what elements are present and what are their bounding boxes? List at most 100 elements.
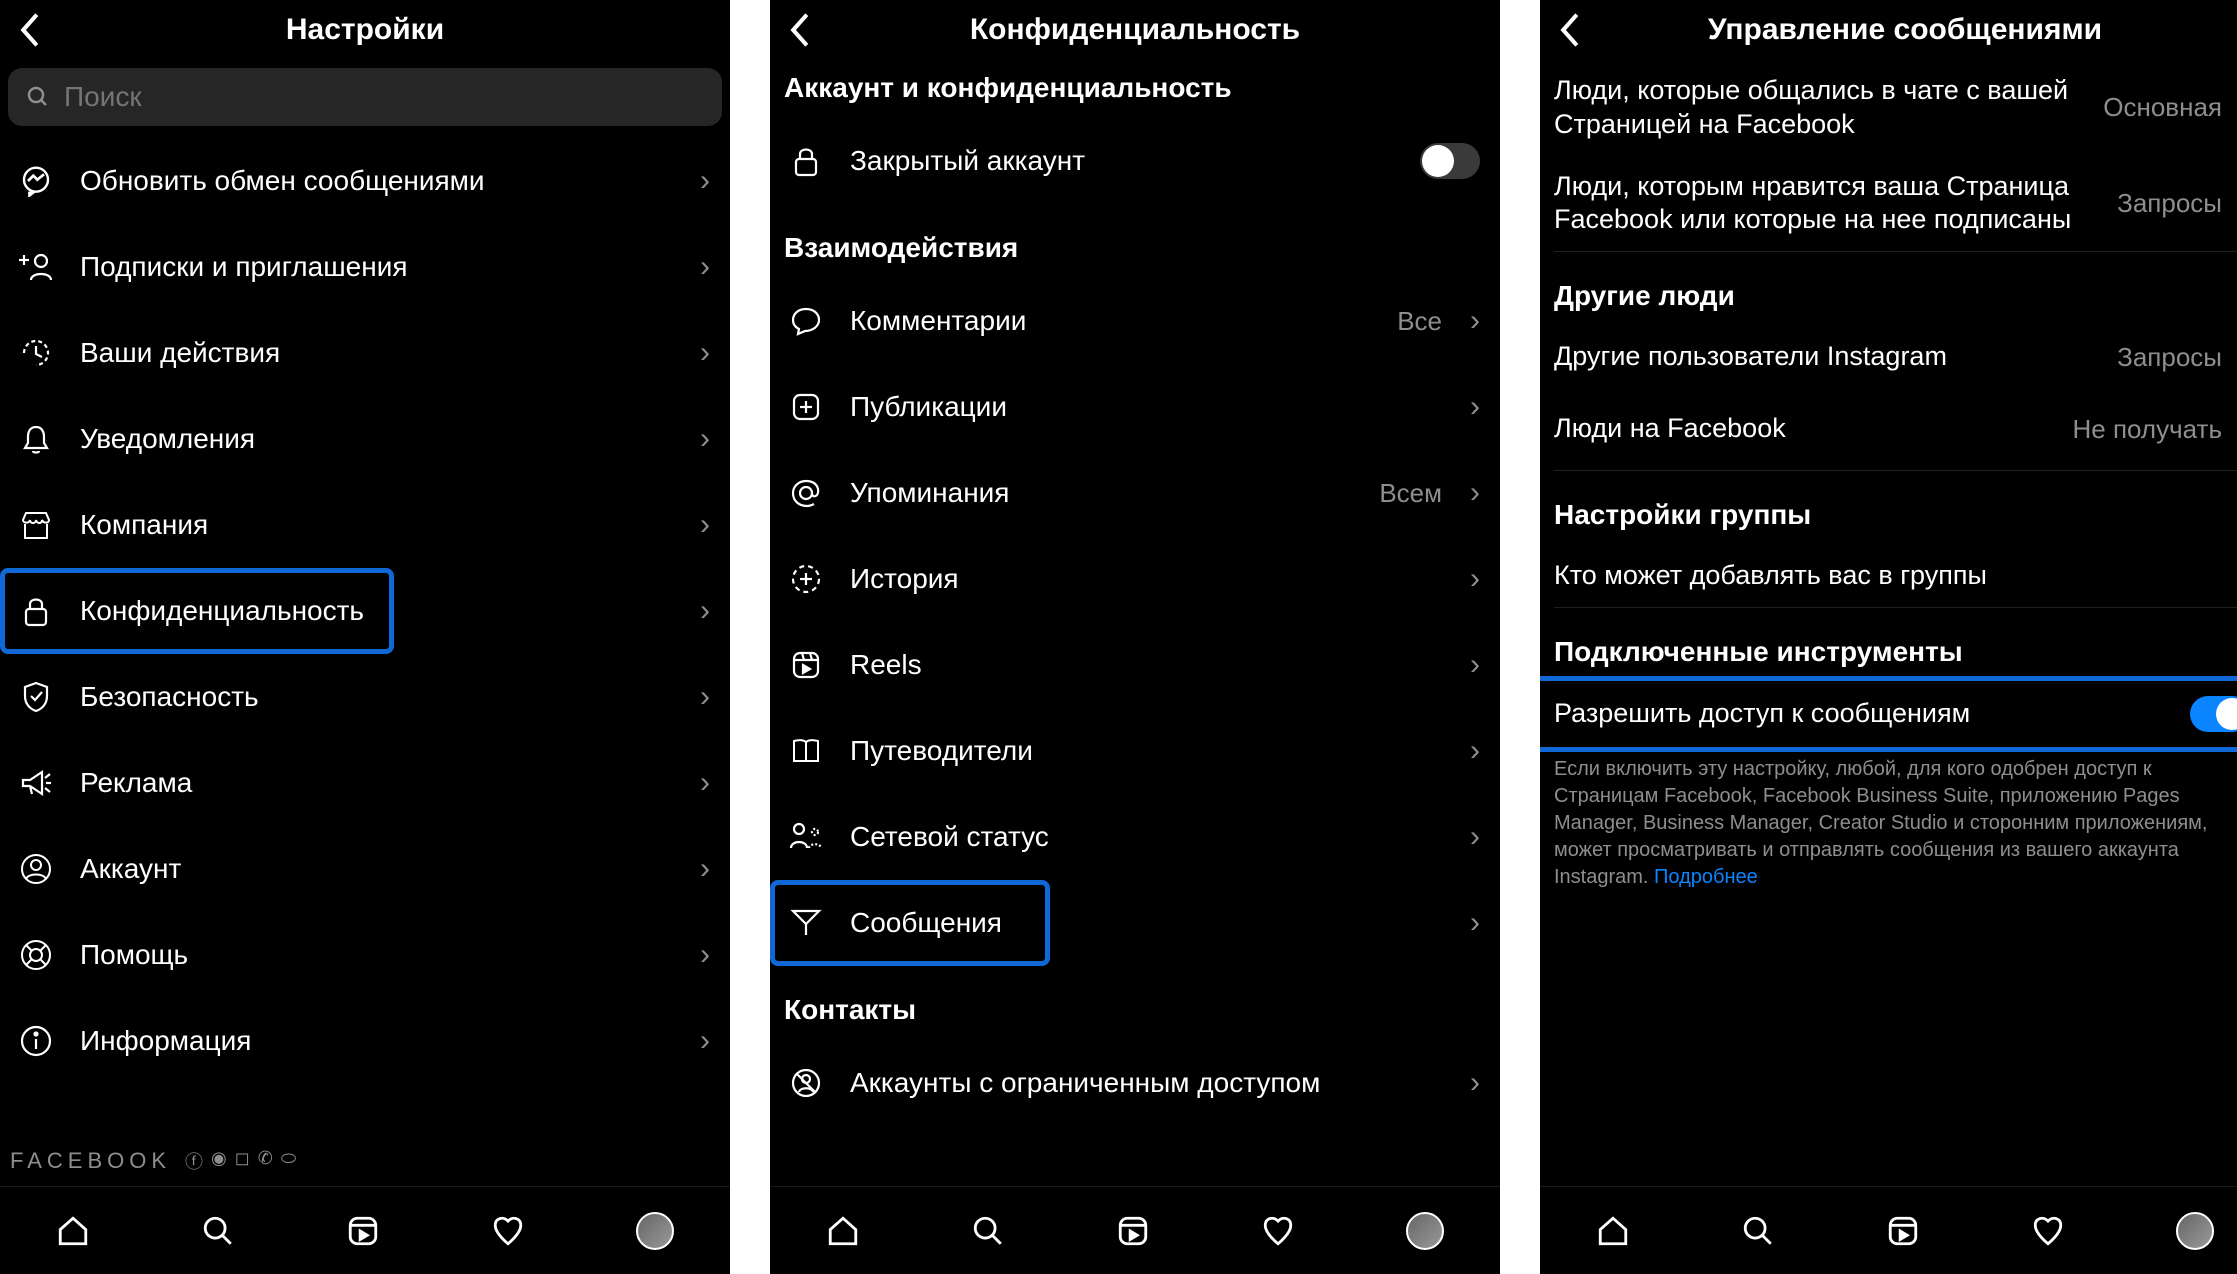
row-label: Сетевой статус xyxy=(850,821,1448,853)
row-messages[interactable]: Сообщения › xyxy=(770,880,1500,966)
chevron-right-icon: › xyxy=(700,938,710,972)
instagram-glyph-icon: ◻ xyxy=(235,1148,250,1174)
nav-profile-avatar[interactable] xyxy=(636,1212,674,1250)
page-title: Настройки xyxy=(0,13,730,47)
row-label: Аккаунт xyxy=(80,853,678,885)
section-others: Другие люди xyxy=(1540,252,2237,326)
row-activity-status[interactable]: Сетевой статус › xyxy=(770,794,1500,880)
nav-home[interactable] xyxy=(56,1214,90,1248)
chevron-right-icon: › xyxy=(1470,648,1480,682)
row-label: Другие пользователи Instagram xyxy=(1554,340,2105,374)
row-allow-access[interactable]: Разрешить доступ к сообщениям xyxy=(1540,682,2237,746)
guides-icon xyxy=(784,729,828,773)
privacy-panel: Конфиденциальность Аккаунт и конфиденциа… xyxy=(770,0,1500,1274)
nav-activity[interactable] xyxy=(2031,1214,2065,1248)
row-help[interactable]: Помощь › xyxy=(0,912,730,998)
row-label: Упоминания xyxy=(850,477,1357,509)
bottom-nav xyxy=(0,1186,730,1274)
info-link[interactable]: Подробнее xyxy=(1654,866,1758,888)
chevron-right-icon: › xyxy=(1470,390,1480,424)
chevron-right-icon: › xyxy=(700,594,710,628)
nav-search[interactable] xyxy=(201,1214,235,1248)
row-group-add[interactable]: Кто может добавлять вас в группы › xyxy=(1540,545,2237,607)
chevron-right-icon: › xyxy=(700,422,710,456)
search-icon xyxy=(26,85,50,109)
info-text: Если включить эту настройку, любой, для … xyxy=(1540,746,2237,891)
header: Управление сообщениями xyxy=(1540,0,2237,60)
row-account[interactable]: Аккаунт › xyxy=(0,826,730,912)
row-follow-invite[interactable]: Подписки и приглашения › xyxy=(0,224,730,310)
nav-home[interactable] xyxy=(1596,1214,1630,1248)
nav-home[interactable] xyxy=(826,1214,860,1248)
row-label: Люди на Facebook xyxy=(1554,412,2061,446)
row-guides[interactable]: Путеводители › xyxy=(770,708,1500,794)
chevron-right-icon: › xyxy=(1470,476,1480,510)
row-notifications[interactable]: Уведомления › xyxy=(0,396,730,482)
bottom-nav xyxy=(1540,1186,2237,1274)
chevron-right-icon: › xyxy=(700,336,710,370)
row-about[interactable]: Информация › xyxy=(0,998,730,1084)
row-restricted[interactable]: Аккаунты с ограниченным доступом › xyxy=(770,1040,1500,1126)
row-label: Закрытый аккаунт xyxy=(850,145,1398,177)
row-value: Все xyxy=(1397,306,1442,337)
nav-profile-avatar[interactable] xyxy=(2176,1212,2214,1250)
chevron-right-icon: › xyxy=(1470,906,1480,940)
highlight-box xyxy=(1540,678,2237,750)
row-label: Аккаунты с ограниченным доступом xyxy=(850,1067,1448,1099)
row-label: Подписки и приглашения xyxy=(80,251,678,283)
row-label: Уведомления xyxy=(80,423,678,455)
bottom-nav xyxy=(770,1186,1500,1274)
row-label: Люди, которые общались в чате с вашей Ст… xyxy=(1554,74,2091,142)
search-input[interactable] xyxy=(64,81,704,113)
row-reels[interactable]: Reels › xyxy=(770,622,1500,708)
section-tools: Подключенные инструменты xyxy=(1540,608,2237,682)
nav-profile-avatar[interactable] xyxy=(1406,1212,1444,1250)
facebook-brand-text: FACEBOOK xyxy=(10,1148,171,1174)
header: Конфиденциальность xyxy=(770,0,1500,60)
search-box[interactable] xyxy=(8,68,722,126)
row-update-messaging[interactable]: Обновить обмен сообщениями › xyxy=(0,138,730,224)
row-privacy[interactable]: Конфиденциальность › xyxy=(0,568,730,654)
row-label: История xyxy=(850,563,1448,595)
at-icon xyxy=(784,471,828,515)
row-people-facebook[interactable]: Люди на Facebook Не получать › xyxy=(1540,388,2237,470)
facebook-glyph-icon: ⓕ xyxy=(185,1148,203,1174)
row-story[interactable]: История › xyxy=(770,536,1500,622)
row-private-account[interactable]: Закрытый аккаунт xyxy=(770,118,1500,204)
message-controls-panel: Управление сообщениями Люди, которые общ… xyxy=(1540,0,2237,1274)
row-mentions[interactable]: Упоминания Всем › xyxy=(770,450,1500,536)
row-posts[interactable]: Публикации › xyxy=(770,364,1500,450)
row-security[interactable]: Безопасность › xyxy=(0,654,730,740)
row-label: Комментарии xyxy=(850,305,1375,337)
row-activity[interactable]: Ваши действия › xyxy=(0,310,730,396)
nav-activity[interactable] xyxy=(491,1214,525,1248)
brand-icons: ⓕ ◉ ◻ ✆ ⬭ xyxy=(185,1148,296,1174)
row-page-chat[interactable]: Люди, которые общались в чате с вашей Ст… xyxy=(1540,60,2237,156)
row-other-instagram[interactable]: Другие пользователи Instagram Запросы › xyxy=(1540,326,2237,388)
nav-activity[interactable] xyxy=(1261,1214,1295,1248)
nav-search[interactable] xyxy=(971,1214,1005,1248)
nav-reels[interactable] xyxy=(1886,1214,1920,1248)
chevron-right-icon: › xyxy=(700,508,710,542)
activity-icon xyxy=(14,331,58,375)
nav-search[interactable] xyxy=(1741,1214,1775,1248)
activity-status-icon xyxy=(784,815,828,859)
nav-reels[interactable] xyxy=(346,1214,380,1248)
row-label: Люди, которым нравится ваша Страница Fac… xyxy=(1554,170,2105,238)
story-icon xyxy=(784,557,828,601)
row-value: Запросы xyxy=(2117,342,2222,373)
plus-square-icon xyxy=(784,385,828,429)
row-label: Reels xyxy=(850,649,1448,681)
private-account-toggle[interactable] xyxy=(1420,143,1480,179)
row-page-likes[interactable]: Люди, которым нравится ваша Страница Fac… xyxy=(1540,156,2237,252)
chevron-right-icon: › xyxy=(700,852,710,886)
nav-reels[interactable] xyxy=(1116,1214,1150,1248)
row-value: Запросы xyxy=(2117,188,2222,219)
row-comments[interactable]: Комментарии Все › xyxy=(770,278,1500,364)
row-ads[interactable]: Реклама › xyxy=(0,740,730,826)
row-label: Помощь xyxy=(80,939,678,971)
row-value: Основная xyxy=(2103,92,2222,123)
row-business[interactable]: Компания › xyxy=(0,482,730,568)
allow-access-toggle[interactable] xyxy=(2190,696,2237,732)
section-contacts: Контакты xyxy=(770,966,1500,1040)
